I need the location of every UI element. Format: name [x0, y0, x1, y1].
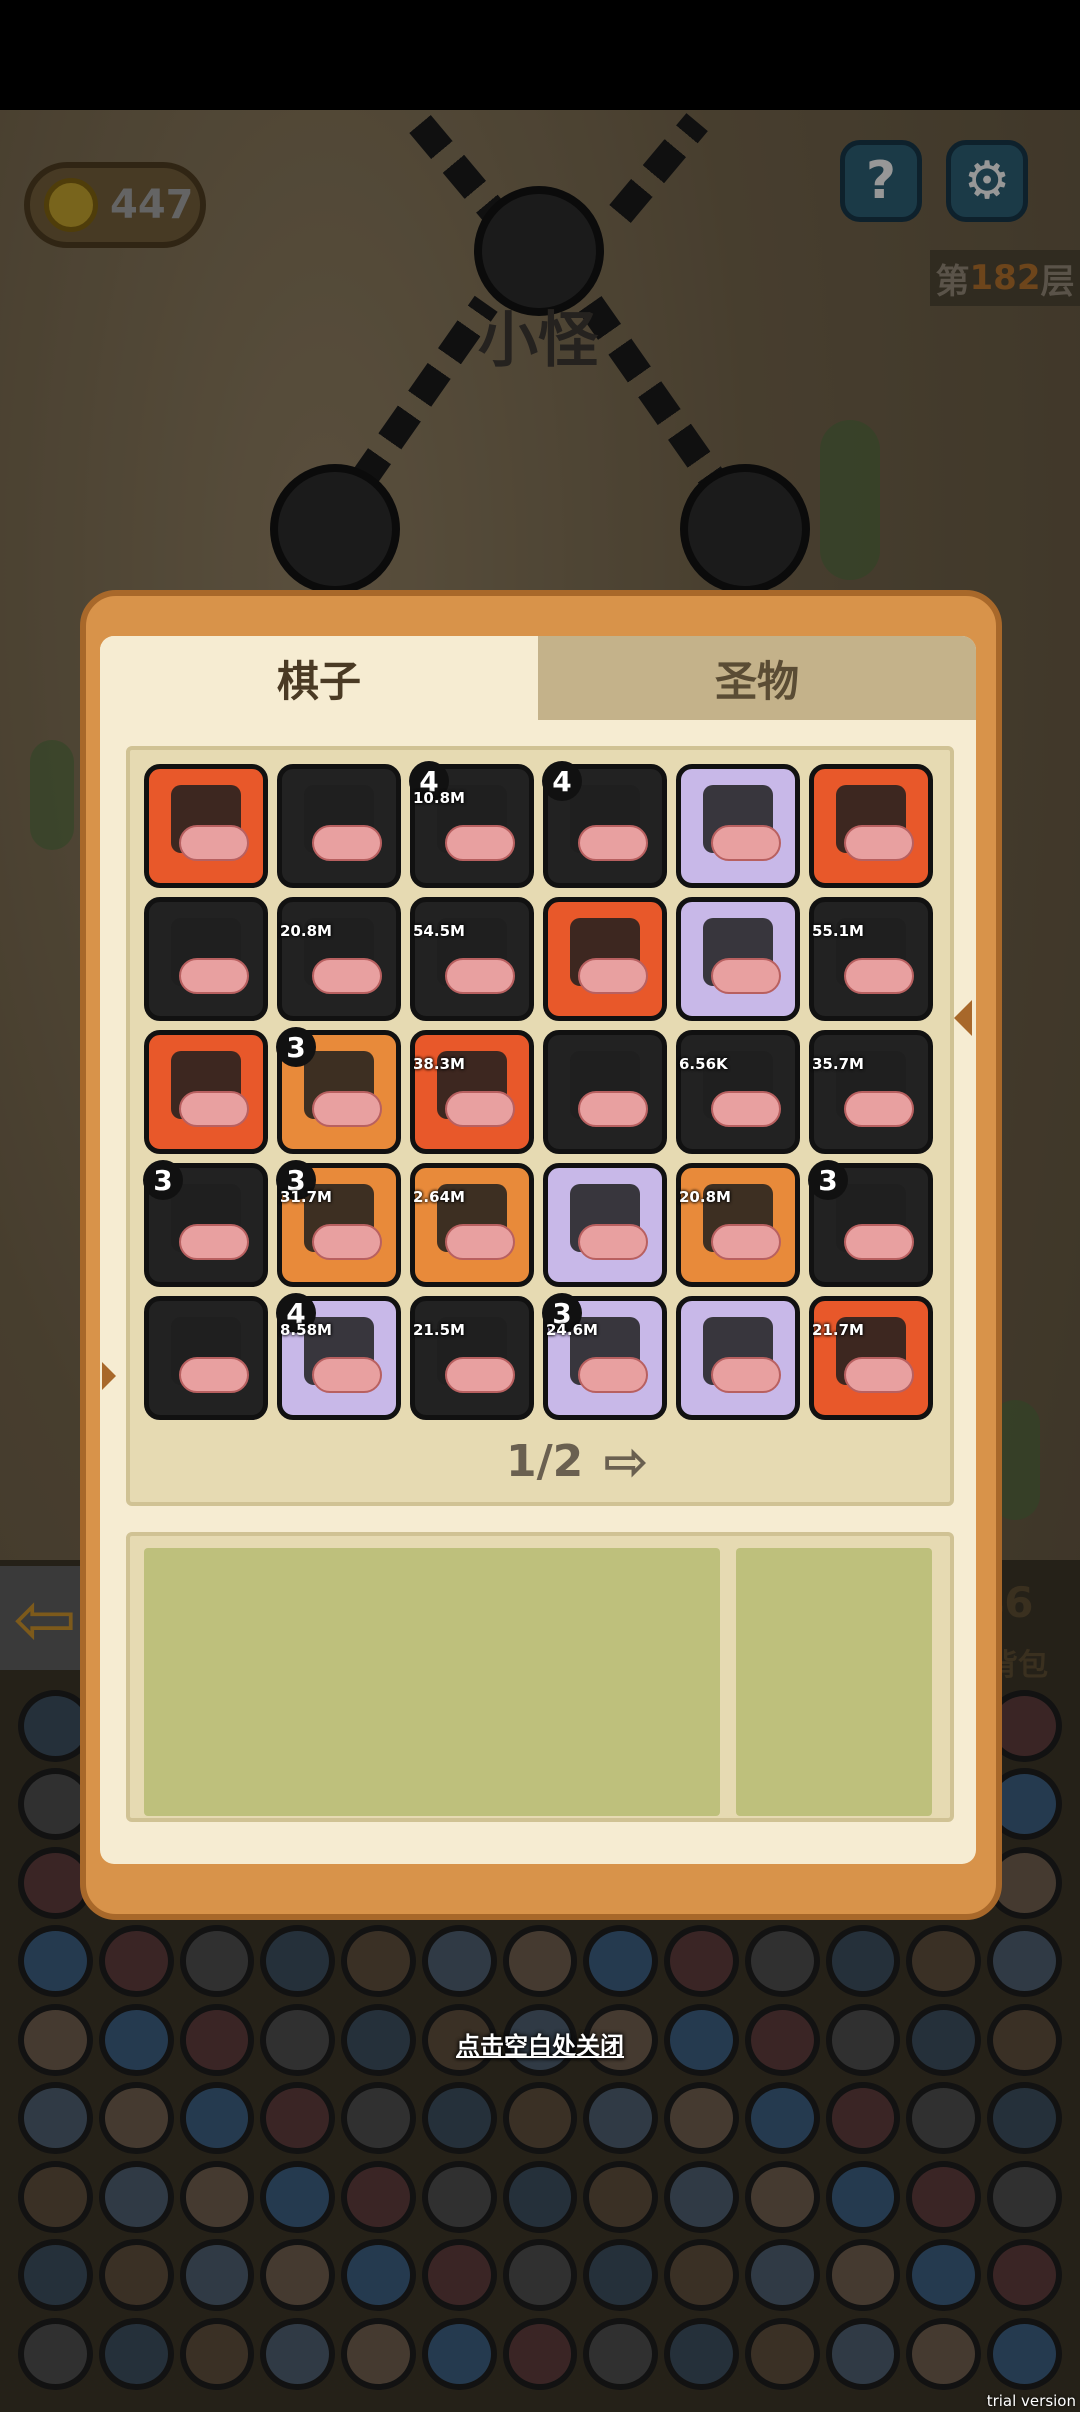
- page-indicator: 1/2: [506, 1436, 584, 1487]
- piece-chips: [578, 958, 648, 994]
- modal-notch: [102, 1362, 116, 1390]
- piece-chips: [445, 1224, 515, 1260]
- piece-chips: [711, 1224, 781, 1260]
- piece-chips: [711, 1357, 781, 1393]
- piece-card[interactable]: 3 31.7M: [276, 1160, 401, 1287]
- piece-chips: [312, 1357, 382, 1393]
- piece-chips: [312, 825, 382, 861]
- piece-chips: [312, 1224, 382, 1260]
- piece-chips: [445, 1357, 515, 1393]
- piece-chips: [445, 825, 515, 861]
- modal-notch: [954, 1000, 972, 1036]
- piece-chips: [578, 825, 648, 861]
- piece-chips: [844, 958, 914, 994]
- piece-chips: [844, 1091, 914, 1127]
- detail-main-slot: [144, 1548, 720, 1816]
- piece-chips: [179, 1357, 249, 1393]
- piece-chips: [844, 1224, 914, 1260]
- piece-stat: 55.1M: [812, 922, 864, 940]
- piece-stat: 2.64M: [413, 1188, 465, 1206]
- piece-chips: [179, 1091, 249, 1127]
- piece-card[interactable]: [809, 764, 933, 888]
- piece-chips: [179, 958, 249, 994]
- piece-card[interactable]: 4: [542, 761, 667, 888]
- pagination: 1/2 ⇨: [506, 1430, 649, 1493]
- piece-card[interactable]: 4 10.8M: [409, 761, 534, 888]
- piece-chips: [578, 1091, 648, 1127]
- piece-stat: 35.7M: [812, 1055, 864, 1073]
- piece-stat: 24.6M: [546, 1321, 598, 1339]
- piece-card[interactable]: [277, 764, 401, 888]
- piece-card[interactable]: 20.8M: [676, 1163, 800, 1287]
- piece-chips: [844, 1357, 914, 1393]
- piece-chips: [445, 958, 515, 994]
- piece-card[interactable]: 55.1M: [809, 897, 933, 1021]
- piece-card[interactable]: [676, 1296, 800, 1420]
- piece-card[interactable]: 4 8.58M: [276, 1293, 401, 1420]
- piece-card[interactable]: 6.56K: [676, 1030, 800, 1154]
- piece-chips: [312, 1091, 382, 1127]
- piece-level-badge: 3: [808, 1160, 848, 1200]
- piece-chips: [578, 1357, 648, 1393]
- piece-level-badge: 3: [143, 1160, 183, 1200]
- piece-card[interactable]: [543, 1030, 667, 1154]
- piece-stat: 10.8M: [413, 789, 465, 807]
- piece-stat: 21.5M: [413, 1321, 465, 1339]
- detail-side-slot: [736, 1548, 932, 1816]
- piece-card[interactable]: [144, 764, 268, 888]
- tab-relics[interactable]: 圣物: [538, 636, 976, 720]
- piece-card[interactable]: [144, 1296, 268, 1420]
- piece-card[interactable]: 3: [808, 1160, 933, 1287]
- piece-chips: [312, 958, 382, 994]
- piece-chips: [179, 825, 249, 861]
- piece-chips: [578, 1224, 648, 1260]
- close-hint[interactable]: 点击空白处关闭: [0, 2026, 1080, 2061]
- piece-card[interactable]: [676, 764, 800, 888]
- piece-card[interactable]: [543, 1163, 667, 1287]
- piece-stat: 31.7M: [280, 1188, 332, 1206]
- piece-stat: 20.8M: [280, 922, 332, 940]
- trial-version-label: trial version: [986, 2392, 1076, 2410]
- piece-stat: 20.8M: [679, 1188, 731, 1206]
- piece-card[interactable]: 3 24.6M: [542, 1293, 667, 1420]
- piece-card[interactable]: [144, 1030, 268, 1154]
- piece-card[interactable]: 35.7M: [809, 1030, 933, 1154]
- piece-card[interactable]: 38.3M: [410, 1030, 534, 1154]
- piece-stat: 38.3M: [413, 1055, 465, 1073]
- piece-card[interactable]: 20.8M: [277, 897, 401, 1021]
- piece-chips: [445, 1091, 515, 1127]
- piece-card[interactable]: 54.5M: [410, 897, 534, 1021]
- piece-level-badge: 4: [542, 761, 582, 801]
- piece-chips: [711, 825, 781, 861]
- piece-card[interactable]: [543, 897, 667, 1021]
- piece-stat: 8.58M: [280, 1321, 332, 1339]
- piece-chips: [179, 1224, 249, 1260]
- piece-stat: 54.5M: [413, 922, 465, 940]
- pieces-grid: 4 10.8M 4 20.8M 54.5M 55.1M 3 38.3M 6.56K 35.7M 3 3…: [143, 761, 936, 1420]
- piece-chips: [711, 1091, 781, 1127]
- piece-card[interactable]: 21.5M: [410, 1296, 534, 1420]
- piece-stat: 6.56K: [679, 1055, 728, 1073]
- piece-card[interactable]: 3: [276, 1027, 401, 1154]
- piece-level-badge: 3: [276, 1027, 316, 1067]
- piece-chips: [711, 958, 781, 994]
- next-page-button[interactable]: ⇨: [603, 1430, 648, 1493]
- tab-pieces[interactable]: 棋子: [100, 636, 538, 720]
- piece-card[interactable]: 2.64M: [410, 1163, 534, 1287]
- piece-card[interactable]: 21.7M: [809, 1296, 933, 1420]
- status-bar: [0, 0, 1080, 110]
- piece-chips: [844, 825, 914, 861]
- piece-card[interactable]: [676, 897, 800, 1021]
- piece-card[interactable]: 3: [143, 1160, 268, 1287]
- piece-stat: 21.7M: [812, 1321, 864, 1339]
- piece-card[interactable]: [144, 897, 268, 1021]
